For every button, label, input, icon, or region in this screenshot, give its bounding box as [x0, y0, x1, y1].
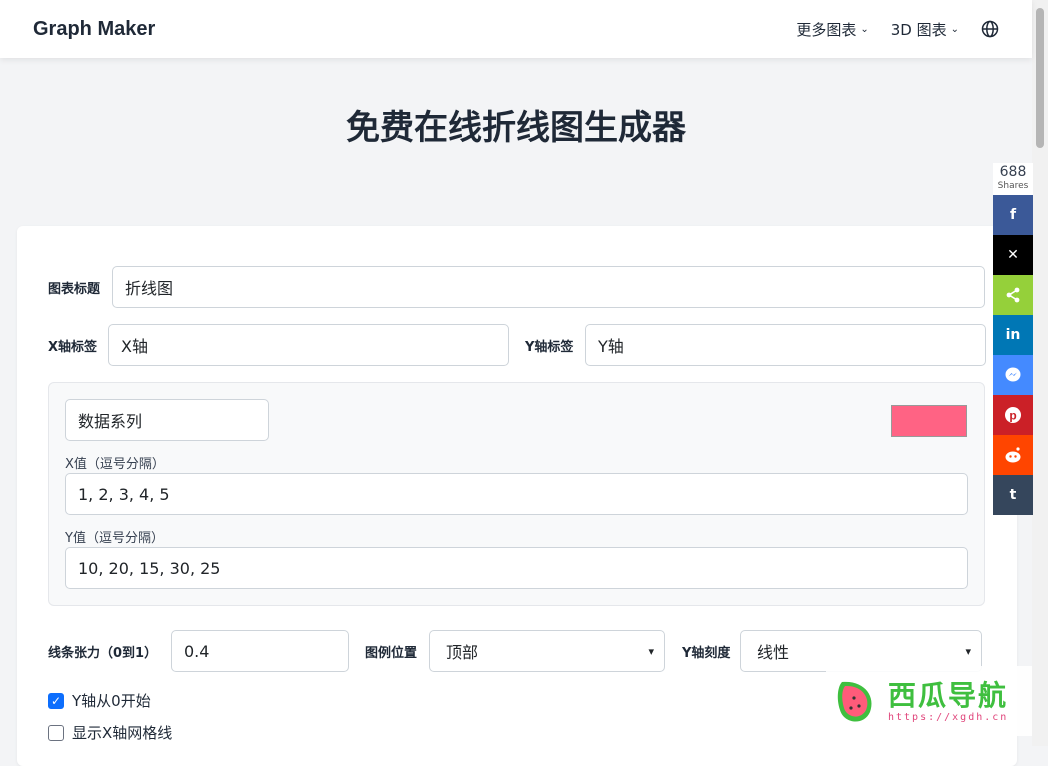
axis-labels-row: X轴标签 Y轴标签 [48, 324, 986, 366]
tumblr-icon: t [1009, 487, 1017, 503]
reddit-share-button[interactable] [993, 435, 1033, 475]
brand-logo[interactable]: Graph Maker [33, 18, 155, 41]
data-series-panel: X值（逗号分隔） Y值（逗号分隔） [48, 382, 985, 606]
x-values-label: X值（逗号分隔） [65, 457, 165, 472]
scrollbar-thumb[interactable] [1036, 8, 1044, 148]
nav-more-charts-label: 更多图表 [796, 20, 857, 39]
begin-at-zero-checkbox[interactable]: ✓ [48, 692, 64, 709]
chart-title-row: 图表标题 [48, 266, 985, 308]
share-icon [1006, 287, 1020, 303]
chevron-down-icon: ▾ [965, 644, 971, 658]
y-label-label: Y轴标签 [525, 339, 574, 355]
chevron-down-icon: ▾ [648, 644, 654, 658]
top-navbar: Graph Maker 更多图表 ⌄ 3D 图表 ⌄ [0, 0, 1032, 58]
series-color-picker[interactable] [891, 405, 967, 437]
nav-3d-charts-label: 3D 图表 [890, 20, 947, 39]
series-name-input[interactable] [65, 399, 269, 441]
messenger-icon [1005, 367, 1021, 382]
x-label-label: X轴标签 [48, 339, 98, 355]
chart-title-label: 图表标题 [48, 281, 101, 297]
y-values-label: Y值（逗号分隔） [65, 531, 164, 546]
watermark: 西瓜导航 https://xgdh.cn [826, 666, 1032, 736]
x-values-input[interactable] [65, 473, 968, 515]
watermark-text: 西瓜导航 [888, 678, 1009, 712]
page-title: 免费在线折线图生成器 [346, 108, 686, 148]
begin-at-zero-label: Y轴从0开始 [72, 692, 151, 710]
svg-text:p: p [1009, 409, 1016, 423]
x-icon: ✕ [1007, 247, 1019, 263]
nav-3d-charts[interactable]: 3D 图表 ⌄ [891, 19, 959, 40]
tension-label: 线条张力（0到1） [48, 645, 158, 661]
y-scale-value: 线性 [757, 643, 790, 662]
legend-position-label: 图例位置 [365, 645, 418, 661]
chevron-down-icon: ⌄ [860, 23, 869, 35]
facebook-share-button[interactable]: f [993, 195, 1033, 235]
y-scale-label: Y轴刻度 [682, 645, 731, 661]
facebook-icon: f [1009, 207, 1017, 223]
nav-more-charts[interactable]: 更多图表 ⌄ [796, 19, 868, 40]
x-share-button[interactable]: ✕ [993, 235, 1033, 275]
x-grid-label: 显示X轴网格线 [72, 724, 173, 742]
pinterest-share-button[interactable]: p [993, 395, 1033, 435]
messenger-share-button[interactable] [993, 355, 1033, 395]
tension-input[interactable] [171, 630, 349, 672]
vertical-scrollbar[interactable] [1032, 0, 1048, 746]
x-label-input[interactable] [108, 324, 509, 366]
share-count: 688 Shares [993, 163, 1033, 195]
globe-icon[interactable] [981, 20, 999, 38]
chart-title-input[interactable] [112, 266, 985, 308]
linkedin-icon: in [1005, 327, 1021, 343]
legend-position-value: 顶部 [446, 643, 479, 662]
share-count-number: 688 [999, 164, 1027, 180]
x-grid-checkbox[interactable] [48, 724, 64, 741]
chevron-down-icon: ⌄ [950, 23, 959, 35]
share-count-label: Shares [997, 181, 1029, 191]
nav-menu: 更多图表 ⌄ 3D 图表 ⌄ [796, 19, 999, 40]
generic-share-button[interactable] [993, 275, 1033, 315]
watermark-url: https://xgdh.cn [888, 711, 1009, 723]
y-values-input[interactable] [65, 547, 968, 589]
tumblr-share-button[interactable]: t [993, 475, 1033, 515]
watermelon-logo-icon [837, 681, 872, 722]
linkedin-share-button[interactable]: in [993, 315, 1033, 355]
begin-at-zero-row[interactable]: ✓ Y轴从0开始 [48, 690, 151, 711]
y-label-input[interactable] [585, 324, 986, 366]
pinterest-icon: p [1005, 407, 1021, 423]
x-grid-row[interactable]: 显示X轴网格线 [48, 722, 172, 743]
reddit-icon [1005, 447, 1021, 463]
legend-position-select[interactable]: 顶部 ▾ [429, 630, 665, 672]
